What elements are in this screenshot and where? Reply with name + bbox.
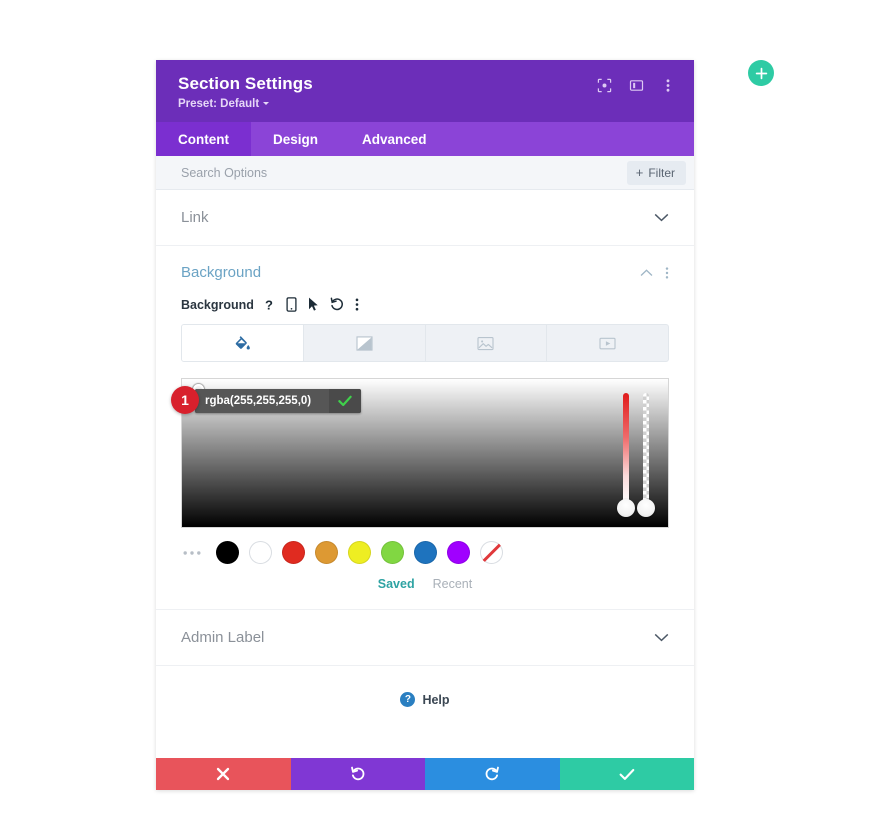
check-icon [338,395,352,407]
modal-footer [156,758,694,790]
swatch-purple[interactable] [447,541,470,564]
picker-sliders [617,393,655,517]
chevron-up-icon[interactable] [640,268,653,277]
discard-button[interactable] [156,758,291,790]
focus-target-icon[interactable] [596,77,612,93]
section-background: Background Background ? rgba(255,255,255… [156,246,694,610]
alpha-slider-handle[interactable] [637,499,655,517]
chevron-down-icon [263,102,270,106]
color-swatch-row [181,528,669,564]
section-title-admin-label: Admin Label [181,629,265,646]
redo-button[interactable] [425,758,560,790]
more-vertical-icon[interactable] [355,297,359,312]
section-background-header[interactable]: Background [181,264,669,291]
undo-button[interactable] [290,758,425,790]
color-confirm-button[interactable] [329,389,361,413]
section-title-background: Background [181,264,262,281]
filter-button-label: Filter [648,165,675,180]
paint-bucket-icon [235,335,250,349]
close-icon [217,767,230,781]
redo-icon [485,766,500,781]
preset-selector[interactable]: Preset: Default [178,98,270,111]
responsive-mobile-icon[interactable] [286,297,297,312]
section-toggle-link[interactable]: Link [156,190,694,246]
plus-icon [755,67,767,79]
tab-advanced[interactable]: Advanced [340,122,449,156]
help-link[interactable]: ? Help [156,666,694,733]
search-bar: + Filter [156,156,694,190]
swatch-black[interactable] [216,541,239,564]
reset-undo-icon[interactable] [330,297,344,312]
hue-slider-handle[interactable] [617,499,635,517]
more-vertical-icon[interactable] [660,77,676,93]
plus-icon: + [635,165,644,180]
section-background-header-icons [640,266,669,280]
palette-tab-recent[interactable]: Recent [433,577,473,591]
help-question-icon[interactable]: ? [265,298,275,312]
background-image-tab[interactable] [426,325,548,361]
modal-header: Section Settings Preset: Default [156,60,694,122]
color-value-field [195,389,361,413]
hue-slider-track [623,393,629,503]
background-color-tab[interactable] [182,325,304,361]
save-button[interactable] [559,758,694,790]
help-question-icon: ? [400,692,416,707]
swatch-orange[interactable] [315,541,338,564]
filter-button[interactable]: + Filter [626,160,686,185]
swatch-red[interactable] [282,541,305,564]
palette-tab-saved[interactable]: Saved [378,577,415,591]
image-icon [477,336,494,350]
swatch-white[interactable] [249,541,272,564]
header-icon-group [596,74,676,93]
color-picker: 1 [171,378,669,528]
hover-cursor-icon[interactable] [308,297,319,312]
section-title-link: Link [181,209,209,226]
palette-tab-row: Saved Recent [181,564,669,609]
svg-text:?: ? [265,298,273,312]
swatch-blue[interactable] [414,541,437,564]
color-value-input[interactable] [195,389,329,413]
tab-design[interactable]: Design [251,122,340,156]
hue-slider[interactable] [617,393,635,517]
settings-tab-bar: Content Design Advanced [156,122,694,156]
section-toggle-admin-label[interactable]: Admin Label [156,610,694,666]
swatch-yellow[interactable] [348,541,371,564]
background-field-row: Background ? [181,291,669,324]
search-input[interactable] [181,165,627,180]
alpha-slider-track [643,393,649,503]
check-icon [619,768,635,780]
swatch-transparent[interactable] [480,541,503,564]
chevron-down-icon [654,213,669,222]
help-label: Help [422,692,450,707]
gradient-icon [356,335,373,351]
background-gradient-tab[interactable] [304,325,426,361]
layout-panel-icon[interactable] [628,77,644,93]
chevron-down-icon [654,633,669,642]
screen: Section Settings Preset: Default Content… [0,0,880,838]
modal-title-wrap: Section Settings Preset: Default [178,74,596,112]
background-field-label: Background [181,297,254,312]
more-vertical-icon[interactable] [665,266,669,280]
background-video-tab[interactable] [547,325,668,361]
step-badge: 1 [171,386,199,414]
more-horizontal-icon[interactable] [183,550,206,556]
page-title: Section Settings [178,74,313,93]
tab-content[interactable]: Content [156,122,251,156]
video-icon [599,337,616,349]
section-settings-modal: Section Settings Preset: Default Content… [156,60,694,790]
alpha-slider[interactable] [637,393,655,517]
undo-icon [350,766,365,781]
swatch-green[interactable] [381,541,404,564]
preset-label: Preset: Default [178,98,260,111]
add-section-button[interactable] [748,60,774,86]
background-type-tabs [181,324,669,362]
settings-body: Link Background Background ? rgba(255,25… [156,190,694,758]
